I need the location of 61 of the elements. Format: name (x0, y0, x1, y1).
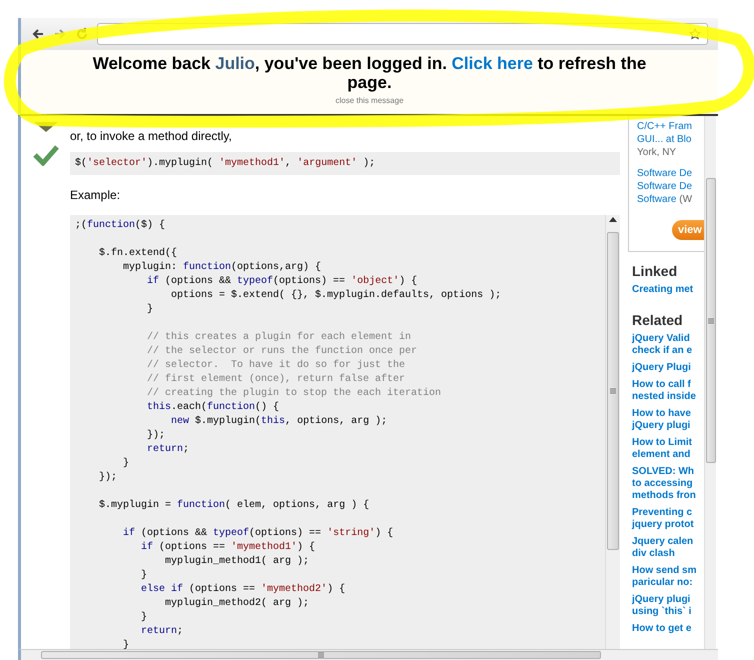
code-line: }); (98, 471, 118, 485)
code-line: }); (146, 429, 166, 443)
scrollbar-thumb[interactable] (706, 178, 716, 463)
section-heading: Linked (632, 263, 678, 279)
code-line: } (122, 457, 130, 471)
code-line: // creating the plugin to stop the each iteration (146, 387, 442, 401)
related-question-link[interactable]: How to call f nested inside (632, 379, 704, 403)
related-question-link[interactable]: How to Limit element and (632, 437, 704, 461)
back-icon[interactable] (31, 27, 45, 41)
grip-icon (610, 388, 616, 394)
related-question-link[interactable]: jQuery plugi using `this` i (632, 594, 704, 618)
horizontal-scrollbar[interactable] (18, 649, 718, 660)
related-question-link[interactable]: Preventing c jquery protot (632, 507, 704, 531)
related-question-link[interactable]: How send sm paricular no: (632, 565, 704, 589)
code-line: if (options && typeof(options) == 'string') { (122, 527, 394, 541)
code-line: } (122, 639, 130, 649)
code-line: } (140, 569, 148, 583)
answer-text: Example: (70, 187, 122, 203)
view-jobs-button[interactable]: view (672, 220, 704, 240)
code-line: return; (146, 443, 190, 457)
grip-icon (708, 318, 714, 324)
welcome-message: Welcome back Julio, you've been logged in. Click here to refresh the page. (92, 54, 648, 92)
code-line: myplugin: function(options,arg) { (122, 261, 322, 275)
code-line: $.fn.extend({ (98, 247, 178, 261)
code-line: myplugin_method2( arg ); (164, 597, 310, 611)
scrollbar-thumb[interactable] (41, 651, 601, 659)
related-question-link[interactable]: How to have jQuery plugi (632, 408, 704, 432)
answer-text: or, to invoke a method directly, (70, 128, 233, 144)
related-question-link[interactable]: jQuery Valid check if an e (632, 333, 704, 357)
code-line: options = $.extend( {}, $.myplugin.defaults, options ); (170, 289, 502, 303)
scroll-up-icon[interactable] (609, 217, 617, 222)
job-link[interactable]: C/C++ Fram GUI... at Blo York, NY (637, 120, 704, 159)
code-line: // this creates a plugin for each element in (146, 331, 412, 345)
code-line: ;(function($) { (75, 219, 166, 233)
code-line: // selector. To have it do so for just the (146, 359, 406, 373)
scrollbar[interactable] (605, 215, 620, 649)
code-line: } (140, 611, 148, 625)
code-line: this.each(function() { (146, 401, 280, 415)
code-line: // first element (once), return false after (146, 373, 406, 387)
code-line: new $.myplugin(this, options, arg ); (170, 415, 388, 429)
related-question-link[interactable]: jQuery Plugi (632, 362, 704, 374)
refresh-link[interactable]: Click here (452, 54, 533, 73)
code-line: else if (options == 'mymethod2') { (140, 583, 346, 597)
related-question-link[interactable]: How to get e (632, 623, 704, 635)
linked-question-link[interactable]: Creating met (632, 284, 704, 296)
section-heading: Related (632, 312, 684, 328)
code-line: // the selector or runs the function once per (146, 345, 418, 359)
code-line: } (146, 303, 154, 317)
close-message-link[interactable]: close this message (335, 96, 404, 105)
scrollbar-thumb[interactable] (607, 232, 619, 550)
code-line: return; (140, 625, 184, 639)
code-line: myplugin_method1( arg ); (164, 555, 310, 569)
grip-icon (318, 652, 324, 658)
related-question-link[interactable]: Jquery calen div clash (632, 536, 704, 560)
code-line: if (options && typeof(options) == 'object') { (146, 275, 418, 289)
page-scrollbar[interactable] (704, 116, 716, 649)
username-link[interactable]: Julio (215, 54, 255, 73)
related-question-link[interactable]: SOLVED: Wh to accessing methods fron (632, 466, 704, 502)
code-line: if (options == 'mymethod1') { (140, 541, 316, 555)
code-line: $.myplugin = function( elem, options, arg ) { (98, 499, 370, 513)
job-link[interactable]: Software De Software De Software (W (637, 167, 704, 206)
